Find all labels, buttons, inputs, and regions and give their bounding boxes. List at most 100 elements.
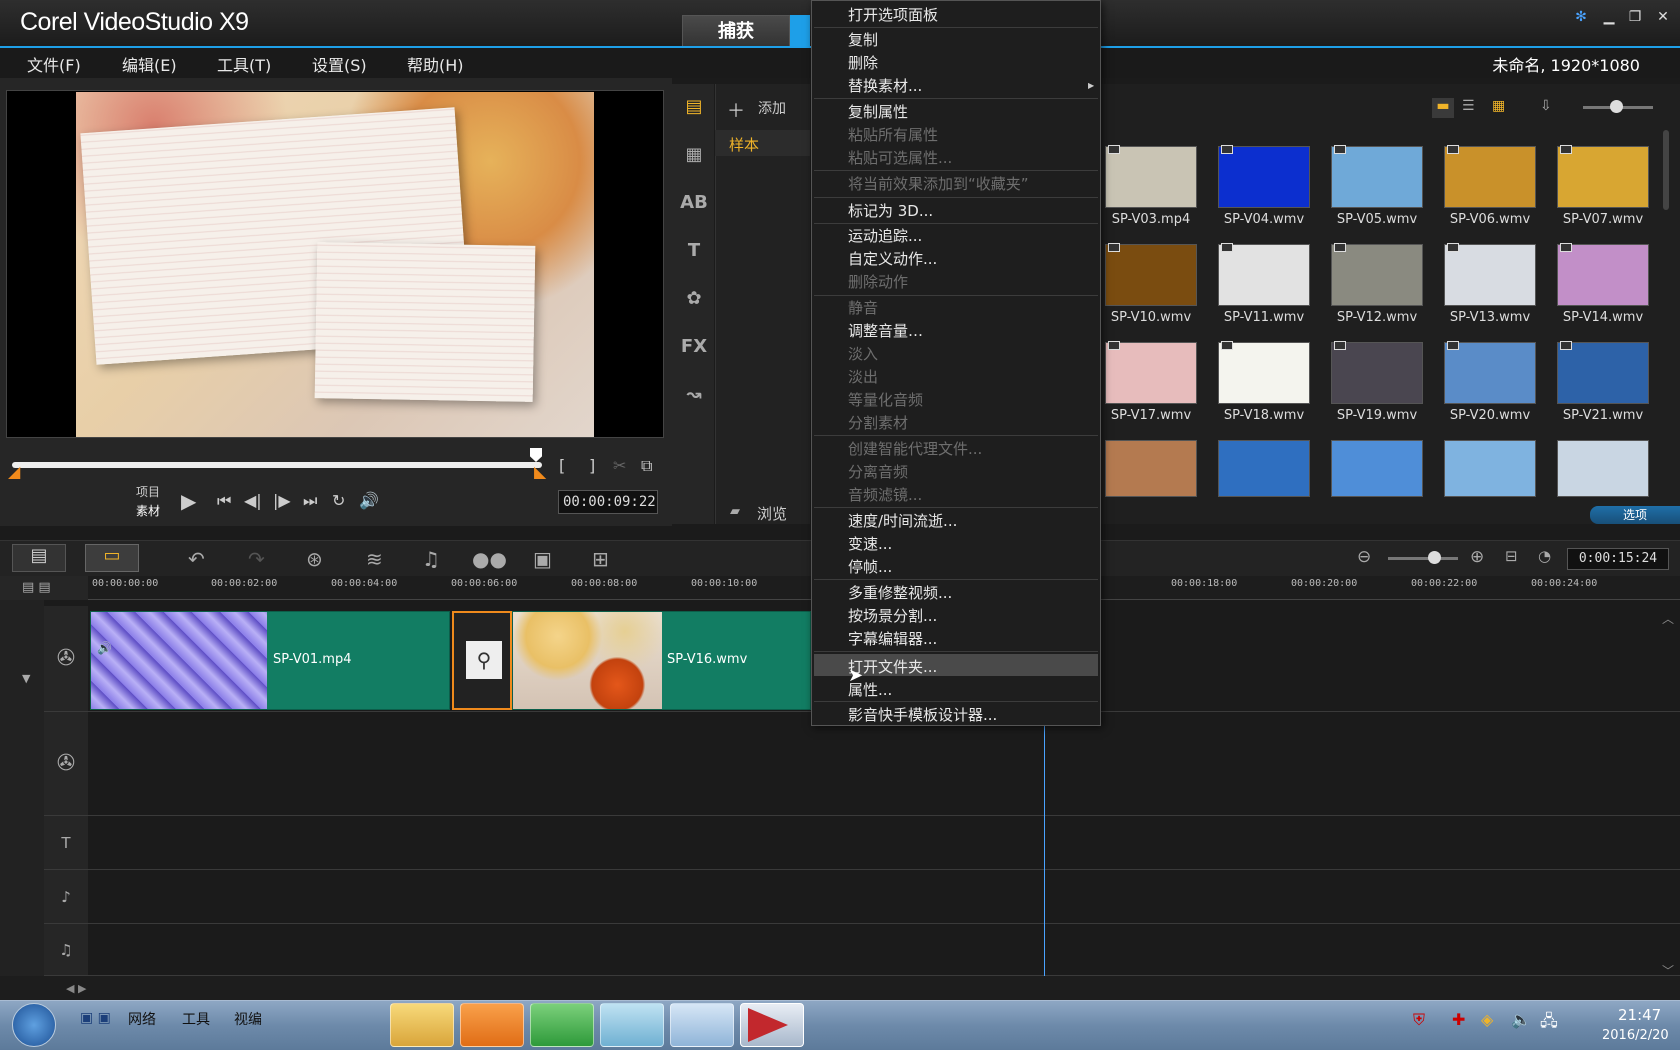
timeline-timecode[interactable]: 0:00:15:24: [1567, 548, 1669, 570]
ctx-copy-attributes[interactable]: 复制属性: [848, 101, 908, 122]
clock-time[interactable]: 21:47: [1618, 1006, 1661, 1024]
zoom-slider[interactable]: [1388, 557, 1458, 560]
scroll-up-icon[interactable]: ︿: [1662, 610, 1674, 627]
view-grid-icon[interactable]: ▦: [1492, 98, 1505, 114]
graphics-icon[interactable]: ✿: [680, 288, 708, 316]
library-thumbnail[interactable]: [1557, 440, 1649, 497]
cut-icon[interactable]: ✂: [613, 456, 626, 475]
ctx-mark-3d[interactable]: 标记为 3D...: [848, 200, 933, 221]
library-thumbnail[interactable]: [1444, 342, 1536, 404]
menu-tools[interactable]: 工具(T): [217, 52, 271, 76]
ctx-replace-clip[interactable]: 替换素材...: [848, 75, 922, 96]
close-icon[interactable]: ✕: [1652, 6, 1674, 28]
zoom-in-icon[interactable]: ⊕: [1470, 547, 1484, 567]
ctx-freeze-frame[interactable]: 停帧...: [848, 556, 892, 577]
menu-settings[interactable]: 设置(S): [312, 52, 367, 76]
library-scrollbar[interactable]: [1663, 130, 1669, 210]
library-thumbnail[interactable]: [1557, 342, 1649, 404]
toolbar-video[interactable]: 视编: [234, 1009, 262, 1029]
storyboard-view-icon[interactable]: ▤: [12, 544, 66, 572]
subtitle-editor-icon[interactable]: ▣: [533, 547, 552, 571]
next-frame-icon[interactable]: |▶: [273, 491, 291, 510]
volume-icon[interactable]: 🔊: [359, 491, 379, 510]
voice-track-icon[interactable]: ♪: [44, 870, 88, 924]
library-thumbnail[interactable]: [1444, 440, 1536, 497]
undo-icon[interactable]: ↶: [188, 547, 205, 571]
options-button[interactable]: 选项: [1590, 506, 1680, 524]
ctx-multi-trim-video[interactable]: 多重修整视频...: [848, 582, 952, 603]
ctx-customize-motion[interactable]: 自定义动作...: [848, 248, 937, 269]
menu-edit[interactable]: 编辑(E): [122, 52, 177, 76]
add-folder-icon[interactable]: ＋: [727, 97, 745, 123]
ctx-open-options-panel[interactable]: 打开选项面板: [848, 4, 938, 25]
tray-app-icon[interactable]: ✚: [1452, 1010, 1465, 1029]
browse-icon[interactable]: ▰: [730, 504, 740, 519]
ctx-speed-time-lapse[interactable]: 速度/时间流逝...: [848, 510, 957, 531]
fx-icon[interactable]: FX: [680, 336, 708, 364]
toolbar-network[interactable]: 网络: [128, 1009, 156, 1029]
repeat-icon[interactable]: ↻: [332, 491, 345, 510]
multi-camera-icon[interactable]: ⊞: [592, 547, 609, 571]
menu-help[interactable]: 帮助(H): [407, 52, 464, 76]
library-thumbnail[interactable]: [1105, 146, 1197, 208]
tray-volume-icon[interactable]: 🔈: [1511, 1010, 1531, 1029]
tab-capture[interactable]: 捕获: [682, 15, 790, 47]
play-icon[interactable]: ▶: [181, 489, 196, 513]
transition-icon[interactable]: AB: [680, 192, 708, 220]
library-thumbnail[interactable]: [1218, 342, 1310, 404]
library-thumbnail[interactable]: [1218, 146, 1310, 208]
browse-label[interactable]: 浏览: [757, 503, 787, 524]
ctx-template-designer[interactable]: 影音快手模板设计器...: [848, 704, 997, 725]
view-thumbnail-icon[interactable]: ▬: [1432, 98, 1454, 118]
menu-file[interactable]: 文件(F): [27, 52, 81, 76]
scrubber-bar[interactable]: [12, 462, 542, 468]
trim-start-marker-icon[interactable]: ◢: [8, 462, 20, 481]
zoom-handle[interactable]: [1428, 551, 1441, 564]
fit-project-icon[interactable]: ⊟: [1505, 547, 1518, 565]
home-icon[interactable]: ⏮: [217, 491, 231, 511]
zoom-out-icon[interactable]: ⊖: [1357, 547, 1371, 567]
library-thumbnail[interactable]: [1331, 342, 1423, 404]
toolbar-tools[interactable]: 工具: [182, 1009, 210, 1029]
media-player-app-icon[interactable]: [460, 1003, 524, 1047]
tray-antivirus-icon[interactable]: ⛨: [1413, 1010, 1425, 1030]
ctx-delete[interactable]: 删除: [848, 52, 878, 73]
ctx-split-by-scene[interactable]: 按场景分割...: [848, 605, 937, 626]
folder-sample[interactable]: 样本: [729, 134, 759, 155]
track-manager-icon[interactable]: ▤ ▤: [22, 580, 51, 595]
enlarge-icon[interactable]: ⧉: [641, 456, 652, 476]
tray-network-icon[interactable]: 🖧: [1540, 1010, 1558, 1037]
library-thumbnail[interactable]: [1218, 440, 1310, 497]
tab-edit[interactable]: [790, 15, 810, 47]
minimize-icon[interactable]: ▁: [1598, 6, 1620, 28]
browser-app-icon[interactable]: [530, 1003, 594, 1047]
scroll-left-icon[interactable]: ◀ ▶: [66, 982, 86, 995]
ctx-subtitle-editor[interactable]: 字幕编辑器...: [848, 628, 937, 649]
music-track-icon[interactable]: ♫: [44, 924, 88, 976]
project-duration-icon[interactable]: ◔: [1538, 547, 1551, 565]
overlay-track-icon[interactable]: ✇: [44, 712, 88, 816]
thumb-size-handle[interactable]: [1610, 100, 1623, 113]
expand-track-icon[interactable]: ▼: [22, 672, 30, 685]
timecode-display[interactable]: 00:00:09:22: [558, 490, 658, 514]
library-thumbnail[interactable]: [1331, 146, 1423, 208]
library-thumbnail[interactable]: [1557, 146, 1649, 208]
start-button-icon[interactable]: [12, 1003, 56, 1047]
trim-end-marker-icon[interactable]: ◣: [534, 462, 546, 481]
library-thumbnail[interactable]: [1444, 146, 1536, 208]
ctx-copy[interactable]: 复制: [848, 29, 878, 50]
overlay-track[interactable]: [88, 712, 1680, 816]
timeline-view-icon[interactable]: ▭: [85, 544, 139, 572]
explorer-app-icon[interactable]: [390, 1003, 454, 1047]
mode-clip[interactable]: 素材: [136, 502, 160, 519]
audio-mixer-icon[interactable]: ≋: [366, 547, 383, 571]
mark-out-icon[interactable]: ]: [589, 456, 595, 475]
mode-project[interactable]: 项目: [136, 483, 160, 500]
restore-icon[interactable]: ❐: [1624, 6, 1646, 28]
mark-in-icon[interactable]: [: [559, 456, 565, 475]
path-icon[interactable]: ↝: [680, 384, 708, 412]
library-thumbnail[interactable]: [1557, 244, 1649, 306]
notepad-app-icon[interactable]: [600, 1003, 664, 1047]
music-track[interactable]: [88, 924, 1680, 976]
help-globe-icon[interactable]: ✻: [1570, 6, 1592, 28]
